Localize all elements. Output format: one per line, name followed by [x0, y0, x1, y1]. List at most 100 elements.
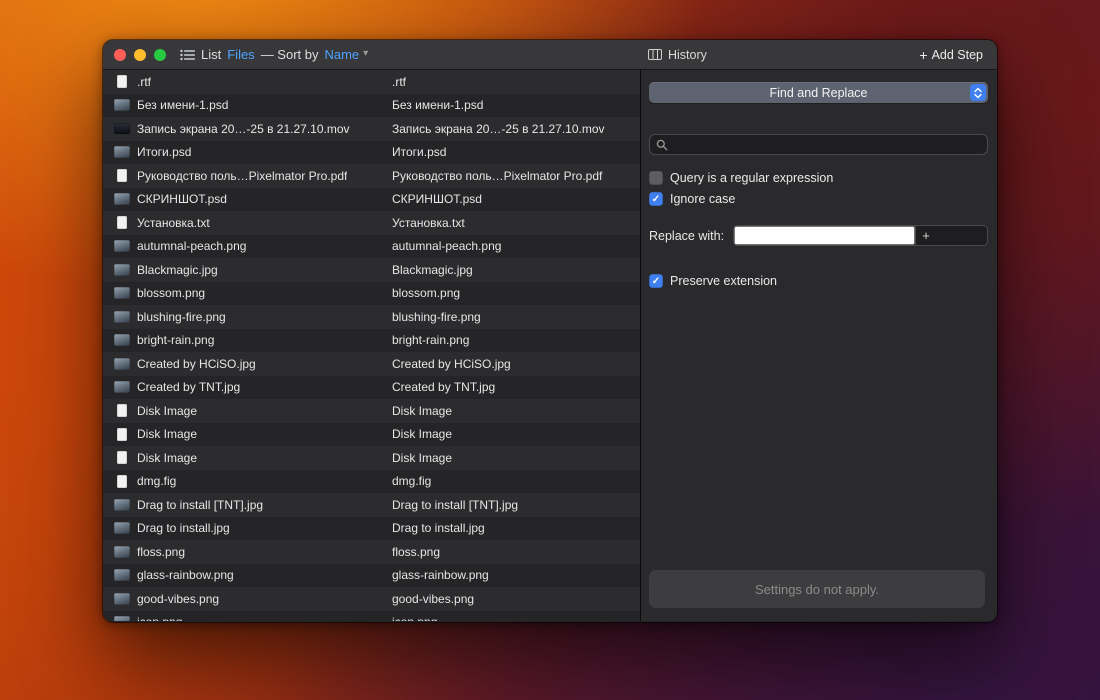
new-file-name: floss.png [392, 545, 440, 559]
original-name-cell: icon.png [103, 615, 392, 621]
new-file-name: bright-rain.png [392, 333, 469, 347]
new-name-cell: Created by HCiSO.jpg [392, 357, 640, 371]
original-file-name: dmg.fig [137, 474, 176, 488]
original-name-cell: .rtf [103, 75, 392, 89]
new-name-cell: Disk Image [392, 427, 640, 441]
table-row[interactable]: dmg.fig dmg.fig [103, 470, 640, 494]
table-row[interactable]: Created by TNT.jpg Created by TNT.jpg [103, 376, 640, 400]
search-input[interactable] [668, 138, 987, 152]
image-file-icon [114, 568, 130, 582]
image-file-icon [114, 98, 130, 112]
add-step-button[interactable]: + Add Step [919, 48, 983, 62]
table-row[interactable]: Запись экрана 20…-25 в 21.27.10.mov Запи… [103, 117, 640, 141]
original-name-cell: good-vibes.png [103, 592, 392, 606]
new-file-name: Руководство поль…Pixelmator Pro.pdf [392, 169, 602, 183]
original-name-cell: Disk Image [103, 427, 392, 441]
new-name-cell: dmg.fig [392, 474, 640, 488]
original-name-cell: Created by HCiSO.jpg [103, 357, 392, 371]
action-select[interactable]: Find and Replace [649, 82, 988, 103]
titlebar: List Files — Sort by Name ▾ History + [103, 40, 997, 70]
preserve-extension-checkbox[interactable] [649, 274, 663, 288]
replace-input[interactable] [734, 226, 915, 245]
zoom-button[interactable] [154, 49, 166, 61]
add-replacement-button[interactable]: + [915, 226, 936, 245]
table-row[interactable]: Disk Image Disk Image [103, 423, 640, 447]
image-file-icon [114, 192, 130, 206]
table-row[interactable]: icon.png icon.png [103, 611, 640, 622]
regex-checkbox-row: Query is a regular expression [649, 171, 833, 185]
table-row[interactable]: Итоги.psd Итоги.psd [103, 141, 640, 165]
original-name-cell: dmg.fig [103, 474, 392, 488]
new-file-name: Итоги.psd [392, 145, 446, 159]
original-file-name: bright-rain.png [137, 333, 214, 347]
original-file-name: Drag to install.jpg [137, 521, 230, 535]
replace-with-row: Replace with: + [649, 225, 988, 246]
table-row[interactable]: Blackmagic.jpg Blackmagic.jpg [103, 258, 640, 282]
table-row[interactable]: Disk Image Disk Image [103, 399, 640, 423]
rename-app-window: List Files — Sort by Name ▾ History + [103, 40, 997, 622]
original-file-name: autumnal-peach.png [137, 239, 246, 253]
table-row[interactable]: bright-rain.png bright-rain.png [103, 329, 640, 353]
desktop-wallpaper: List Files — Sort by Name ▾ History + [0, 0, 1100, 700]
new-name-cell: Запись экрана 20…-25 в 21.27.10.mov [392, 122, 640, 136]
doc-file-icon [114, 427, 130, 441]
original-name-cell: Руководство поль…Pixelmator Pro.pdf [103, 169, 392, 183]
new-name-cell: Drag to install.jpg [392, 521, 640, 535]
history-label: History [668, 48, 707, 62]
history-button[interactable]: History [648, 48, 707, 62]
table-row[interactable]: Disk Image Disk Image [103, 446, 640, 470]
table-row[interactable]: glass-rainbow.png glass-rainbow.png [103, 564, 640, 588]
settings-note-text: Settings do not apply. [755, 582, 879, 597]
table-row[interactable]: Установка.txt Установка.txt [103, 211, 640, 235]
table-row[interactable]: Created by HCiSO.jpg Created by HCiSO.jp… [103, 352, 640, 376]
new-file-name: glass-rainbow.png [392, 568, 489, 582]
table-row[interactable]: good-vibes.png good-vibes.png [103, 587, 640, 611]
replace-field-group: + [733, 225, 988, 246]
image-file-icon [114, 310, 130, 324]
title-link-sort-name[interactable]: Name [324, 47, 359, 62]
movie-file-icon [114, 122, 130, 136]
title-link-files[interactable]: Files [227, 47, 254, 62]
new-file-name: Без имени-1.psd [392, 98, 483, 112]
image-file-icon [114, 592, 130, 606]
main-content: .rtf .rtf Без имени-1.psd Без имени-1.ps… [103, 70, 997, 621]
chevron-down-icon[interactable]: ▾ [363, 48, 368, 59]
regex-label: Query is a regular expression [670, 171, 833, 185]
replace-with-label: Replace with: [649, 229, 724, 243]
table-row[interactable]: .rtf .rtf [103, 70, 640, 94]
plus-icon: + [919, 48, 927, 62]
new-file-name: blushing-fire.png [392, 310, 481, 324]
chevron-up-down-icon [970, 84, 986, 101]
table-row[interactable]: autumnal-peach.png autumnal-peach.png [103, 235, 640, 259]
new-name-cell: glass-rainbow.png [392, 568, 640, 582]
original-name-cell: floss.png [103, 545, 392, 559]
table-row[interactable]: Drag to install.jpg Drag to install.jpg [103, 517, 640, 541]
image-file-icon [114, 263, 130, 277]
original-file-name: blossom.png [137, 286, 205, 300]
original-name-cell: Запись экрана 20…-25 в 21.27.10.mov [103, 122, 392, 136]
original-file-name: good-vibes.png [137, 592, 219, 606]
original-file-name: Disk Image [137, 451, 197, 465]
close-button[interactable] [114, 49, 126, 61]
new-file-name: Created by TNT.jpg [392, 380, 495, 394]
original-file-name: Drag to install [TNT].jpg [137, 498, 263, 512]
minimize-button[interactable] [134, 49, 146, 61]
table-row[interactable]: blossom.png blossom.png [103, 282, 640, 306]
table-row[interactable]: floss.png floss.png [103, 540, 640, 564]
original-file-name: glass-rainbow.png [137, 568, 234, 582]
new-file-name: Drag to install.jpg [392, 521, 485, 535]
table-row[interactable]: Руководство поль…Pixelmator Pro.pdf Руко… [103, 164, 640, 188]
table-row[interactable]: Без имени-1.psd Без имени-1.psd [103, 94, 640, 118]
new-file-name: Blackmagic.jpg [392, 263, 473, 277]
doc-file-icon [114, 451, 130, 465]
original-name-cell: Установка.txt [103, 216, 392, 230]
table-row[interactable]: СКРИНШОТ.psd СКРИНШОТ.psd [103, 188, 640, 212]
preserve-extension-label: Preserve extension [670, 274, 777, 288]
regex-checkbox[interactable] [649, 171, 663, 185]
history-icon [648, 49, 662, 60]
table-row[interactable]: blushing-fire.png blushing-fire.png [103, 305, 640, 329]
ignore-case-checkbox[interactable] [649, 192, 663, 206]
table-row[interactable]: Drag to install [TNT].jpg Drag to instal… [103, 493, 640, 517]
new-name-cell: Итоги.psd [392, 145, 640, 159]
search-icon [656, 139, 668, 151]
